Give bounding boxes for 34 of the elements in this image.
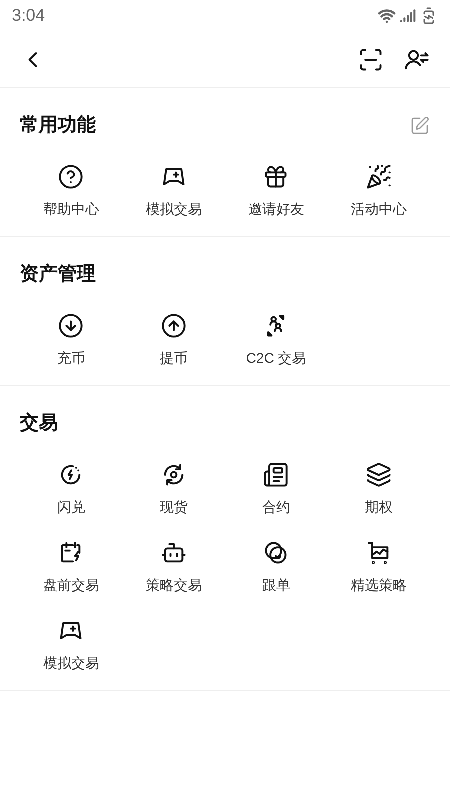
shortcut-item[interactable]: 跟单 xyxy=(225,540,328,596)
shortcut-item[interactable]: 现货 xyxy=(122,462,225,518)
section-title: 资产管理 xyxy=(20,262,96,287)
shortcut-item[interactable]: 精选策略 xyxy=(328,540,430,596)
shortcut-item[interactable]: 模拟交易 xyxy=(20,618,122,674)
circles-icon xyxy=(263,540,290,566)
scan-button[interactable] xyxy=(358,46,384,72)
gift-icon xyxy=(263,164,290,190)
party-popper-icon xyxy=(366,164,392,190)
layers-icon xyxy=(366,462,392,488)
shortcut-item[interactable]: 充币 xyxy=(20,313,122,369)
shortcut-item[interactable]: 闪兑 xyxy=(20,462,122,518)
shortcut-item[interactable]: 策略交易 xyxy=(122,540,225,596)
shortcut-item[interactable]: 盘前交易 xyxy=(20,540,122,596)
section-title: 交易 xyxy=(20,412,58,436)
shortcut-item[interactable]: 模拟交易 xyxy=(122,164,225,220)
upload-icon xyxy=(160,313,187,339)
shortcut-item[interactable]: 邀请好友 xyxy=(225,164,328,220)
shortcut-item[interactable]: 帮助中心 xyxy=(20,164,122,220)
shortcut-item[interactable]: 提币 xyxy=(122,313,225,369)
shortcut-item[interactable]: C2C 交易 xyxy=(225,313,328,369)
document-icon xyxy=(263,462,290,488)
signal-icon xyxy=(400,8,416,24)
wifi-icon xyxy=(378,7,396,25)
edit-button[interactable] xyxy=(410,116,430,136)
scan-icon xyxy=(358,46,384,72)
shortcut-item[interactable]: 活动中心 xyxy=(328,164,430,220)
section-title: 常用功能 xyxy=(20,114,96,138)
shortcut-item[interactable]: 期权 xyxy=(328,462,430,518)
shortcut-item[interactable]: 合约 xyxy=(225,462,328,518)
download-icon xyxy=(58,313,84,339)
status-time: 3:04 xyxy=(12,5,46,28)
help-icon xyxy=(58,164,84,190)
edit-icon xyxy=(410,116,430,136)
